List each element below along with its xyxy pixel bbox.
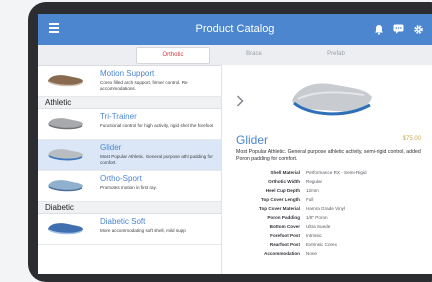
spec-row: Orthotic Width Regular xyxy=(236,178,432,186)
spec-label: Bottom Cover xyxy=(269,224,300,229)
product-description: Most Popular Athletic. General purpose a… xyxy=(236,149,421,162)
product-thumbnail xyxy=(48,180,83,192)
list-item-selected[interactable]: Glider Most Popular Athletic. General pu… xyxy=(38,140,221,171)
list-item-desc: Promotes motion in first ray. xyxy=(100,185,157,190)
spec-row: Top Cover Length Full xyxy=(236,196,432,204)
page-title: Product Catalog xyxy=(195,23,275,35)
spec-label: Top Cover Material xyxy=(258,206,300,211)
spec-value: None xyxy=(306,251,317,256)
spec-value: Hamra Grade Vinyl xyxy=(306,206,345,211)
product-image xyxy=(292,83,372,116)
spec-row: Top Cover Material Hamra Grade Vinyl xyxy=(236,205,432,213)
spec-row: Heel Cup Depth 12mm xyxy=(236,187,432,195)
product-thumbnail xyxy=(48,75,83,87)
list-item-desc: Functional control for high activity, ri… xyxy=(100,123,214,128)
list-item-title: Ortho-Sport xyxy=(100,174,142,183)
product-thumbnail xyxy=(48,223,83,235)
spec-row: Forefoot Post Intrinsic xyxy=(236,232,432,240)
spec-value: Ultra Suede xyxy=(306,224,331,229)
spec-label: Heel Cup Depth xyxy=(265,188,300,193)
list-item[interactable]: Tri-Trainer Functional control for high … xyxy=(38,109,221,140)
spec-row: Accommodation None xyxy=(236,250,432,258)
bell-icon[interactable] xyxy=(374,24,384,35)
tab-orthotic[interactable]: Orthotic xyxy=(136,47,210,64)
spec-label: Shell Material xyxy=(270,170,300,175)
tab-brace[interactable]: Brace xyxy=(218,47,290,62)
spec-label: Rearfoot Post xyxy=(269,242,300,247)
list-item-title: Glider xyxy=(100,143,122,152)
spec-label: Accommodation xyxy=(264,251,300,256)
spec-row: Poron Padding 1/8" Poron xyxy=(236,214,432,222)
product-thumbnail xyxy=(48,149,83,161)
spec-value: Full xyxy=(306,197,314,202)
list-item[interactable]: Diabetic Soft More accommodating soft sh… xyxy=(38,214,221,245)
gear-icon[interactable] xyxy=(413,24,424,35)
product-list: Motion Support Corex filled arch support… xyxy=(38,66,221,274)
product-detail-panel: Glider $75.00 Most Popular Athletic. Gen… xyxy=(221,65,432,274)
spec-label: Orthotic Width xyxy=(268,179,300,184)
spec-value: 12mm xyxy=(306,188,319,193)
spec-label: Forefoot Post xyxy=(270,233,300,238)
list-item-title: Diabetic Soft xyxy=(100,217,146,226)
list-item-title: Motion Support xyxy=(100,69,155,78)
list-item-title: Tri-Trainer xyxy=(100,112,137,121)
list-item[interactable]: Motion Support Corex filled arch support… xyxy=(38,66,221,97)
section-header-diabetic: Diabetic xyxy=(38,202,221,214)
list-item[interactable]: Ortho-Sport Promotes motion in first ray… xyxy=(38,171,221,202)
spec-row: Rearfoot Post Extrinsic Corex xyxy=(236,241,432,249)
chevron-right-icon[interactable] xyxy=(236,95,244,107)
spec-label: Top Cover Length xyxy=(261,197,300,202)
list-item-desc: Most Popular Athletic. General purpose a… xyxy=(100,154,213,165)
list-item-desc: More accommodating soft shell, mild supp xyxy=(100,228,186,233)
spec-row: Bottom Cover Ultra Suede xyxy=(236,223,432,231)
product-thumbnail xyxy=(48,118,83,130)
tab-prefab[interactable]: Prefab xyxy=(300,47,372,62)
spec-value: Intrinsic xyxy=(306,233,322,238)
product-title: Glider xyxy=(236,133,269,147)
product-price: $75.00 xyxy=(402,136,421,142)
nav-actions xyxy=(374,22,424,36)
spec-value: 1/8" Poron xyxy=(306,215,328,220)
spec-row: Shell Material Performance RX - Semi-Rig… xyxy=(236,169,432,177)
navigation-bar: Product Catalog xyxy=(38,14,432,45)
spec-value: Regular xyxy=(306,179,323,184)
list-item-desc: Corex filled arch support, firmer contro… xyxy=(100,80,188,91)
chat-icon[interactable] xyxy=(393,24,404,34)
spec-label: Poron Padding xyxy=(267,215,300,220)
spec-value: Performance RX - Semi-Rigid xyxy=(306,170,367,175)
category-tabs: Orthotic Brace Prefab xyxy=(38,45,432,66)
spec-value: Extrinsic Corex xyxy=(306,242,337,247)
section-header-athletic: Athletic xyxy=(38,97,221,109)
app-screen: Product Catalog Orthotic Brace Prefab Mo… xyxy=(38,14,432,274)
